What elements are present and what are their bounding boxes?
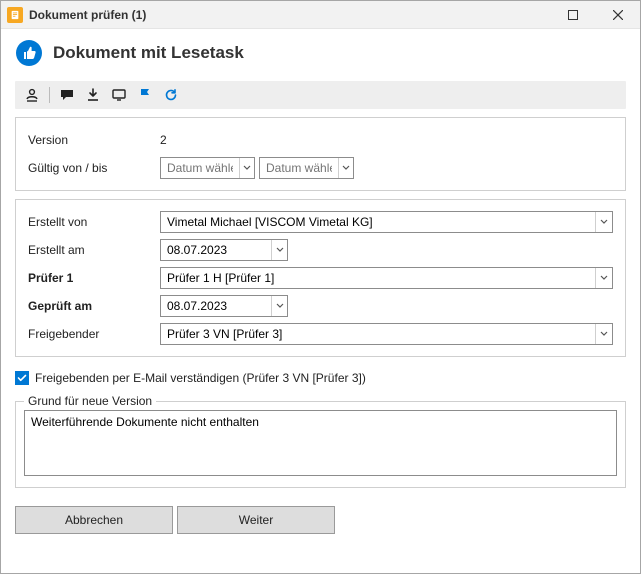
pruefer-select[interactable] bbox=[160, 267, 613, 289]
reason-textarea[interactable] bbox=[24, 410, 617, 476]
valid-from-input[interactable] bbox=[161, 158, 239, 178]
created-on-input[interactable] bbox=[161, 240, 271, 260]
reason-fieldset: Grund für neue Version bbox=[15, 401, 626, 488]
valid-range-label: Gültig von / bis bbox=[28, 161, 160, 175]
notify-label: Freigebenden per E-Mail verständigen (Pr… bbox=[35, 371, 366, 385]
refresh-icon[interactable] bbox=[158, 84, 184, 106]
version-label: Version bbox=[28, 133, 160, 147]
header: Dokument mit Lesetask bbox=[15, 39, 626, 73]
chevron-down-icon[interactable] bbox=[595, 212, 612, 232]
download-icon[interactable] bbox=[80, 84, 106, 106]
freigebender-label: Freigebender bbox=[28, 327, 160, 341]
created-by-select[interactable] bbox=[160, 211, 613, 233]
cancel-button[interactable]: Abbrechen bbox=[15, 506, 173, 534]
toolbar bbox=[15, 81, 626, 109]
version-value: 2 bbox=[160, 133, 167, 147]
chevron-down-icon[interactable] bbox=[338, 158, 353, 178]
freigebender-input[interactable] bbox=[161, 324, 595, 344]
thumbs-up-circle-icon bbox=[15, 39, 43, 67]
chevron-down-icon[interactable] bbox=[271, 240, 287, 260]
pruefer-input[interactable] bbox=[161, 268, 595, 288]
chevron-down-icon[interactable] bbox=[239, 158, 254, 178]
close-button[interactable] bbox=[595, 1, 640, 29]
created-on-picker[interactable] bbox=[160, 239, 288, 261]
geprueft-input[interactable] bbox=[161, 296, 271, 316]
toolbar-separator bbox=[49, 87, 50, 103]
page-title: Dokument mit Lesetask bbox=[53, 43, 244, 63]
pruefer-label: Prüfer 1 bbox=[28, 271, 160, 285]
app-document-icon bbox=[7, 7, 23, 23]
maximize-button[interactable] bbox=[550, 1, 595, 29]
notify-checkbox[interactable] bbox=[15, 371, 29, 385]
version-group: Version 2 Gültig von / bis bbox=[15, 117, 626, 191]
monitor-icon[interactable] bbox=[106, 84, 132, 106]
dialog-window: Dokument prüfen (1) Dokument mit Lesetas… bbox=[0, 0, 641, 574]
content-area: Dokument mit Lesetask bbox=[1, 29, 640, 573]
window-controls bbox=[550, 1, 640, 29]
created-on-label: Erstellt am bbox=[28, 243, 160, 257]
valid-to-picker[interactable] bbox=[259, 157, 354, 179]
created-by-input[interactable] bbox=[161, 212, 595, 232]
notify-checkbox-row[interactable]: Freigebenden per E-Mail verständigen (Pr… bbox=[15, 371, 626, 385]
flag-icon[interactable] bbox=[132, 84, 158, 106]
titlebar: Dokument prüfen (1) bbox=[1, 1, 640, 29]
chevron-down-icon[interactable] bbox=[271, 296, 287, 316]
people-group: Erstellt von Erstellt am Prü bbox=[15, 199, 626, 357]
chevron-down-icon[interactable] bbox=[595, 268, 612, 288]
next-button[interactable]: Weiter bbox=[177, 506, 335, 534]
valid-to-input[interactable] bbox=[260, 158, 338, 178]
freigebender-select[interactable] bbox=[160, 323, 613, 345]
button-row: Abbrechen Weiter bbox=[15, 506, 626, 534]
person-pin-icon[interactable] bbox=[19, 84, 45, 106]
geprueft-picker[interactable] bbox=[160, 295, 288, 317]
window-title: Dokument prüfen (1) bbox=[29, 8, 146, 22]
valid-from-picker[interactable] bbox=[160, 157, 255, 179]
created-by-label: Erstellt von bbox=[28, 215, 160, 229]
chevron-down-icon[interactable] bbox=[595, 324, 612, 344]
reason-legend: Grund für neue Version bbox=[24, 394, 156, 408]
comment-icon[interactable] bbox=[54, 84, 80, 106]
geprueft-label: Geprüft am bbox=[28, 299, 160, 313]
